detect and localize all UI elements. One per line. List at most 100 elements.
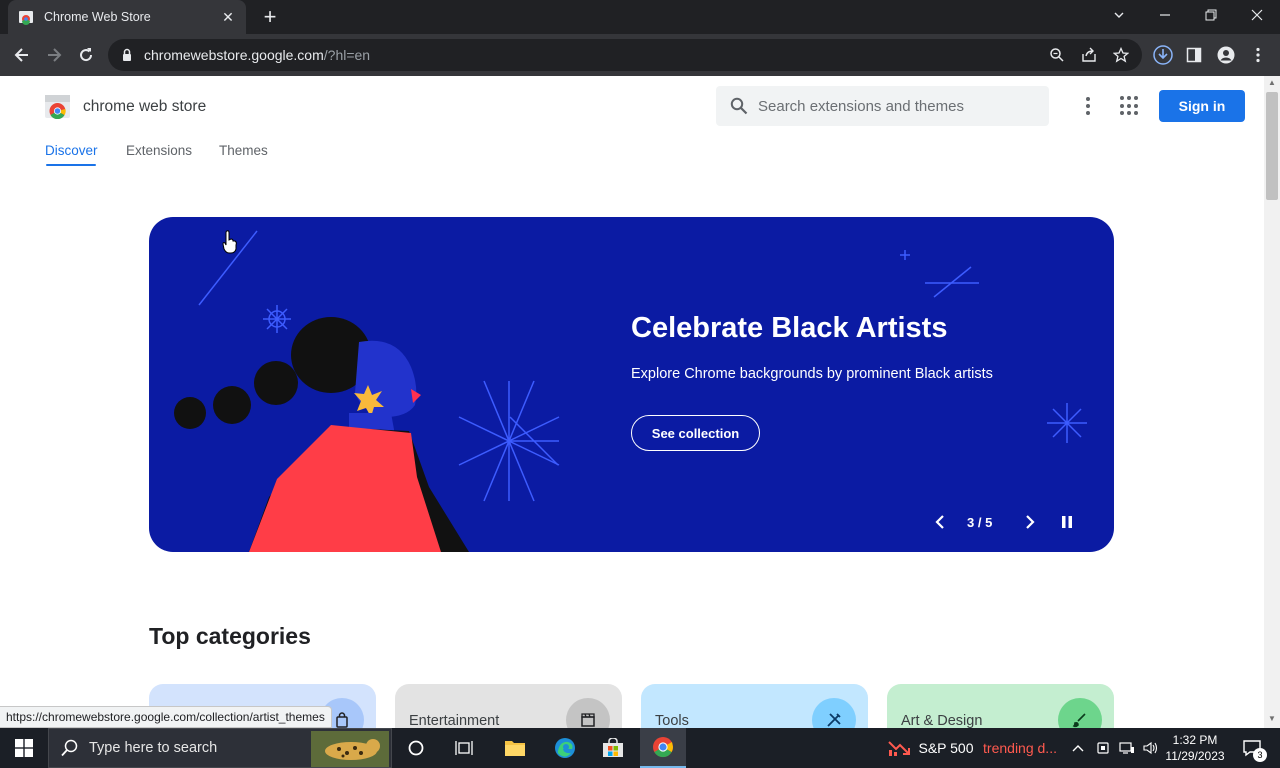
tab-extensions[interactable]: Extensions bbox=[126, 143, 192, 158]
tools-icon bbox=[812, 698, 856, 728]
restore-button[interactable] bbox=[1188, 0, 1234, 30]
windows-taskbar: Type here to search S&P 500 trending d..… bbox=[0, 728, 1280, 768]
google-apps-icon[interactable] bbox=[1120, 96, 1140, 116]
system-clock[interactable]: 1:32 PM 11/29/2023 bbox=[1164, 728, 1226, 768]
file-explorer-button[interactable] bbox=[498, 728, 532, 768]
minimize-button[interactable] bbox=[1142, 0, 1188, 30]
sign-in-button[interactable]: Sign in bbox=[1159, 90, 1245, 122]
store-bag-icon bbox=[603, 738, 623, 757]
store-brand[interactable]: chrome web store bbox=[45, 94, 206, 119]
folder-icon bbox=[505, 741, 525, 756]
lock-icon bbox=[123, 48, 131, 61]
more-options-icon[interactable] bbox=[1077, 94, 1099, 118]
tab-discover[interactable]: Discover bbox=[45, 143, 98, 158]
scroll-thumb[interactable] bbox=[1266, 92, 1278, 200]
search-icon bbox=[730, 97, 748, 115]
tab-themes[interactable]: Themes bbox=[219, 143, 268, 158]
chevron-left-icon bbox=[935, 515, 944, 529]
back-arrow-icon bbox=[14, 48, 28, 62]
category-label: Art & Design bbox=[901, 713, 983, 728]
clock-date: 11/29/2023 bbox=[1165, 749, 1225, 763]
tab-title: Chrome Web Store bbox=[44, 10, 151, 24]
meet-now-icon[interactable] bbox=[1092, 728, 1114, 768]
chevron-right-icon bbox=[1026, 515, 1035, 529]
pause-icon bbox=[1062, 516, 1072, 528]
chrome-web-store-logo bbox=[45, 95, 70, 119]
start-button[interactable] bbox=[0, 728, 48, 768]
windows-logo-icon bbox=[15, 739, 33, 757]
share-icon[interactable] bbox=[1081, 47, 1097, 63]
search-highlight-leopard-icon bbox=[311, 731, 389, 767]
hero-title: Celebrate Black Artists bbox=[631, 312, 948, 344]
search-box[interactable] bbox=[716, 86, 1049, 126]
task-view-button[interactable] bbox=[448, 728, 480, 768]
chrome-taskbar-button[interactable] bbox=[640, 728, 686, 768]
network-icon[interactable] bbox=[1116, 728, 1138, 768]
bookmark-star-icon[interactable] bbox=[1113, 47, 1129, 63]
stock-trend-icon[interactable] bbox=[886, 728, 912, 768]
url-host: chromewebstore.google.com bbox=[144, 47, 324, 63]
profile-icon bbox=[1217, 46, 1235, 64]
stock-ticker-name[interactable]: S&P 500 bbox=[918, 728, 974, 768]
downloads-button[interactable] bbox=[1151, 43, 1175, 67]
show-hidden-icons-chevron-icon[interactable] bbox=[1068, 728, 1088, 768]
stock-ticker-status[interactable]: trending d... bbox=[980, 728, 1060, 768]
page-content: chrome web store Sign in Discover Extens… bbox=[0, 76, 1264, 728]
category-card-tools[interactable]: Tools bbox=[641, 684, 868, 728]
hand-cursor-icon bbox=[222, 230, 237, 254]
hero-banner[interactable]: Celebrate Black Artists Explore Chrome b… bbox=[149, 217, 1114, 552]
new-tab-button[interactable]: + bbox=[259, 6, 281, 28]
hero-illustration bbox=[174, 230, 1087, 552]
store-name: chrome web store bbox=[83, 97, 207, 115]
microsoft-store-button[interactable] bbox=[596, 728, 630, 768]
notification-center-button[interactable]: 3 bbox=[1234, 728, 1270, 768]
search-input[interactable] bbox=[758, 97, 1028, 115]
notification-count-badge: 3 bbox=[1253, 748, 1267, 762]
pause-slideshow-button[interactable] bbox=[1057, 512, 1077, 532]
tab-search-icon[interactable] bbox=[1096, 0, 1142, 30]
side-panel-button[interactable] bbox=[1182, 43, 1206, 67]
page-scrollbar[interactable]: ▲ ▼ bbox=[1264, 76, 1280, 728]
forward-arrow-icon bbox=[48, 48, 62, 62]
scroll-up-arrow-icon[interactable]: ▲ bbox=[1267, 78, 1277, 88]
volume-icon[interactable] bbox=[1140, 728, 1162, 768]
profile-button[interactable] bbox=[1214, 43, 1238, 67]
url-path: /?hl=en bbox=[323, 47, 371, 63]
tab-strip: Chrome Web Store ✕ + bbox=[0, 0, 1280, 34]
top-categories-title: Top categories bbox=[149, 623, 311, 649]
taskbar-search-box[interactable]: Type here to search bbox=[48, 728, 392, 768]
reload-icon bbox=[80, 48, 93, 62]
category-card-entertainment[interactable]: Entertainment bbox=[395, 684, 622, 728]
zoom-icon[interactable] bbox=[1049, 47, 1065, 63]
link-status-tooltip: https://chromewebstore.google.com/collec… bbox=[0, 706, 332, 728]
hero-subtitle: Explore Chrome backgrounds by prominent … bbox=[631, 366, 993, 382]
reload-button[interactable] bbox=[74, 43, 98, 67]
browser-toolbar: chromewebstore.google.com/?hl=en bbox=[0, 34, 1280, 76]
download-icon bbox=[1153, 45, 1173, 65]
clapperboard-icon bbox=[566, 698, 610, 728]
scroll-down-arrow-icon[interactable]: ▼ bbox=[1267, 714, 1277, 724]
category-card-art-design[interactable]: Art & Design bbox=[887, 684, 1114, 728]
clock-time: 1:32 PM bbox=[1172, 733, 1218, 747]
side-panel-icon bbox=[1186, 47, 1202, 63]
cortana-circle-icon bbox=[408, 740, 424, 756]
paintbrush-icon bbox=[1058, 698, 1102, 728]
browser-tab[interactable]: Chrome Web Store ✕ bbox=[8, 0, 246, 34]
close-window-button[interactable] bbox=[1234, 0, 1280, 30]
category-label: Tools bbox=[655, 713, 689, 728]
chrome-menu-button[interactable] bbox=[1246, 43, 1270, 67]
category-label: Entertainment bbox=[409, 713, 500, 728]
slide-counter: 3 / 5 bbox=[967, 515, 993, 530]
next-slide-button[interactable] bbox=[1020, 512, 1040, 532]
see-collection-button[interactable]: See collection bbox=[631, 415, 760, 451]
address-bar[interactable]: chromewebstore.google.com/?hl=en bbox=[108, 39, 1142, 71]
back-button[interactable] bbox=[10, 43, 34, 67]
edge-browser-button[interactable] bbox=[548, 728, 582, 768]
close-tab-icon[interactable]: ✕ bbox=[220, 9, 236, 26]
cortana-button[interactable] bbox=[400, 728, 432, 768]
forward-button[interactable] bbox=[42, 43, 66, 67]
active-tab-indicator bbox=[46, 164, 96, 166]
previous-slide-button[interactable] bbox=[930, 512, 950, 532]
chrome-web-store-favicon bbox=[19, 11, 33, 25]
chrome-icon bbox=[653, 737, 674, 758]
